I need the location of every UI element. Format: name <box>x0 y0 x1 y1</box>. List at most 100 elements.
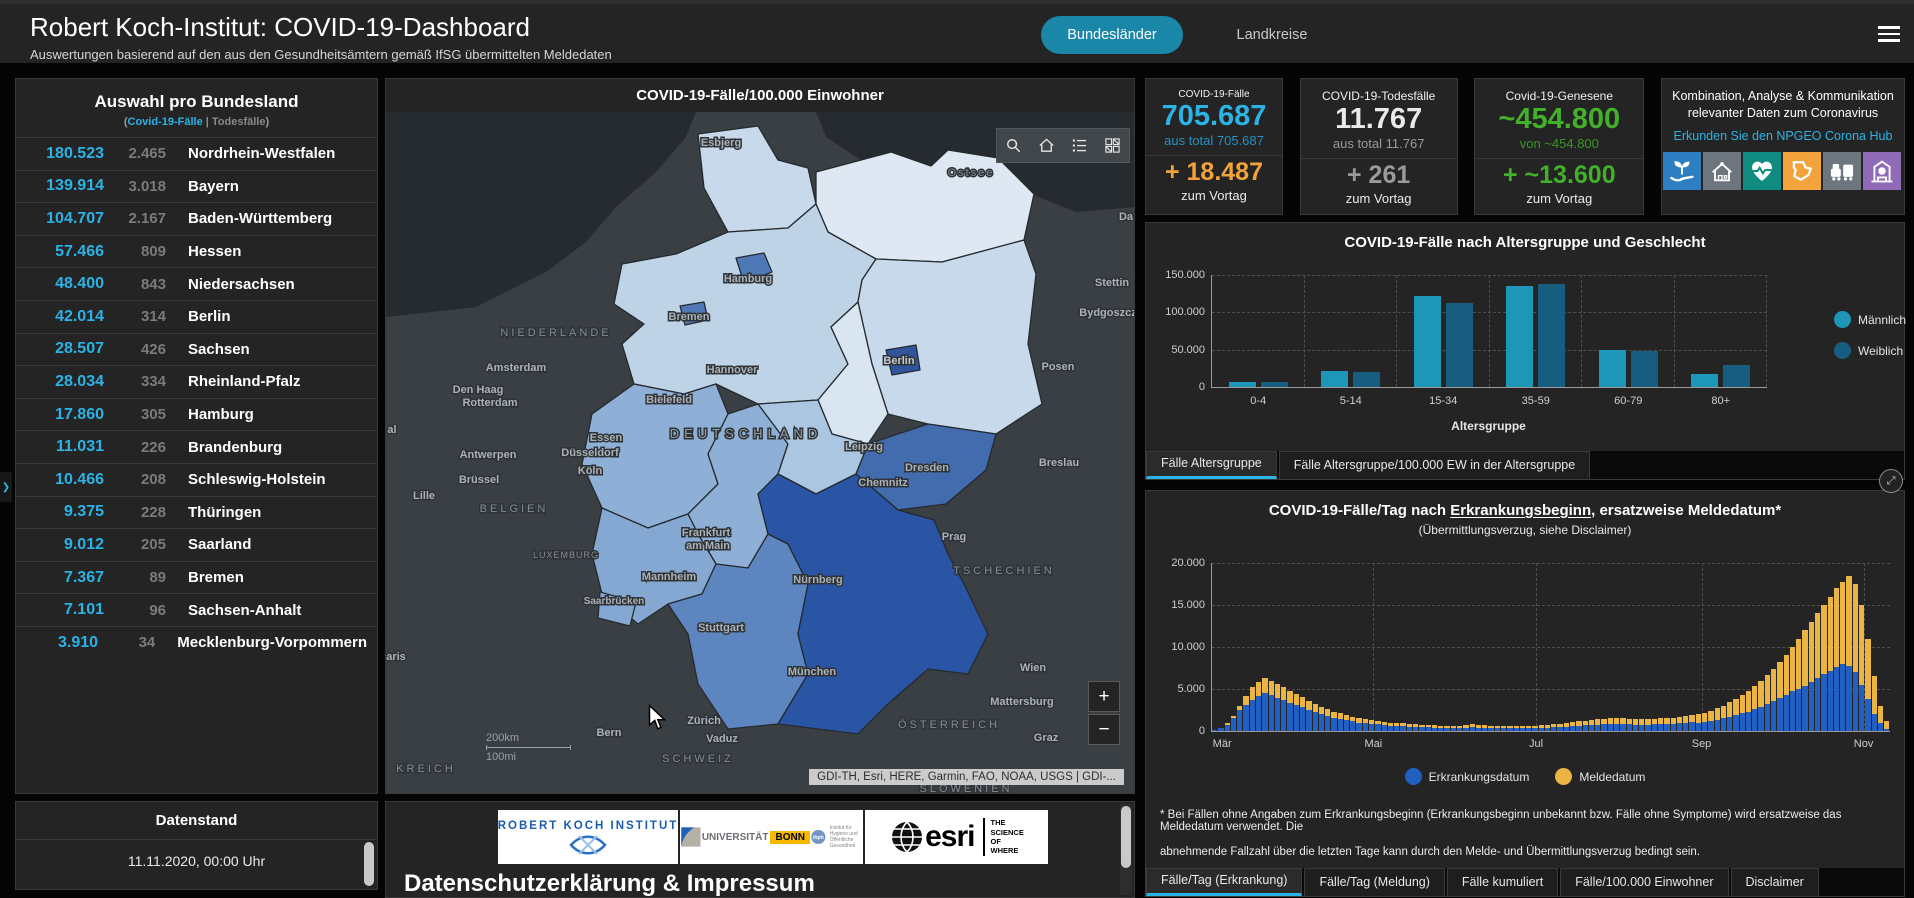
daily-bar[interactable] <box>1230 715 1237 731</box>
daily-bar[interactable] <box>1544 724 1551 731</box>
bar-männlich[interactable] <box>1598 350 1626 387</box>
daily-bar[interactable] <box>1689 715 1695 731</box>
daily-bar[interactable] <box>1683 715 1689 731</box>
toggle-bundeslaender-button[interactable]: Bundesländer <box>1041 16 1183 54</box>
daily-bar[interactable] <box>1840 581 1846 731</box>
daily-bar[interactable] <box>1570 722 1576 731</box>
daily-bar[interactable] <box>1325 709 1331 731</box>
bar-männlich[interactable] <box>1506 286 1534 387</box>
daily-bar[interactable] <box>1720 705 1727 731</box>
daily-bar[interactable] <box>1526 725 1532 731</box>
daily-bar[interactable] <box>1632 719 1639 731</box>
daily-bar[interactable] <box>1394 723 1400 731</box>
daily-bar[interactable] <box>1387 722 1394 731</box>
daily-bar[interactable] <box>1413 724 1419 731</box>
daily-bar[interactable] <box>1884 720 1890 731</box>
daily-tab[interactable]: Disclaimer <box>1730 868 1819 896</box>
daily-bar[interactable] <box>1350 716 1356 731</box>
daily-bar[interactable] <box>1281 687 1287 731</box>
daily-bar[interactable] <box>1337 713 1343 731</box>
daily-bar[interactable] <box>1482 725 1488 731</box>
sidebar-collapse-icon[interactable]: ❯ <box>0 472 12 502</box>
daily-bar[interactable] <box>1463 725 1469 731</box>
bundesland-row[interactable]: 28.034 334 Rheinland-Pfalz <box>16 365 377 398</box>
daily-tab[interactable]: Fälle/Tag (Erkrankung) <box>1146 868 1303 896</box>
daily-bar[interactable] <box>1777 662 1783 731</box>
bundesland-row[interactable]: 180.523 2.465 Nordrhein-Westfalen <box>16 137 377 170</box>
toggle-landkreise-button[interactable]: Landkreise <box>1212 16 1332 54</box>
daily-bar[interactable] <box>1343 715 1350 731</box>
daily-bar[interactable] <box>1532 725 1538 731</box>
daily-bar[interactable] <box>1306 700 1312 731</box>
daily-bar[interactable] <box>1676 716 1683 731</box>
daily-bar[interactable] <box>1456 725 1463 731</box>
daily-bar[interactable] <box>1262 678 1268 731</box>
daily-bar[interactable] <box>1670 717 1676 731</box>
daily-bar[interactable] <box>1764 674 1771 731</box>
daily-bar[interactable] <box>1576 721 1582 731</box>
bundesland-row[interactable]: 3.910 34 Mecklenburg-Vorpommern <box>16 625 377 659</box>
daily-bar[interactable] <box>1607 718 1613 731</box>
daily-bar[interactable] <box>1255 682 1262 731</box>
bundesland-row[interactable]: 10.466 208 Schleswig-Holstein <box>16 462 377 496</box>
daily-tab[interactable]: Fälle kumuliert <box>1446 868 1559 896</box>
daily-bar[interactable] <box>1299 697 1306 731</box>
daily-bar[interactable] <box>1375 720 1381 731</box>
daily-bar[interactable] <box>1519 725 1526 731</box>
daily-bar[interactable] <box>1827 596 1833 731</box>
scrollbar-thumb[interactable] <box>1121 806 1131 868</box>
daily-bar[interactable] <box>1727 702 1733 731</box>
daily-bar[interactable] <box>1274 683 1281 731</box>
daily-bar[interactable] <box>1513 726 1519 731</box>
daily-bar[interactable] <box>1400 723 1406 731</box>
bar-weiblich[interactable] <box>1723 364 1751 387</box>
daily-bar[interactable] <box>1758 680 1764 731</box>
daily-bar[interactable] <box>1695 714 1701 731</box>
daily-bar[interactable] <box>1796 638 1802 731</box>
daily-bar[interactable] <box>1557 723 1563 731</box>
daily-bar[interactable] <box>1852 584 1858 731</box>
bundesland-row[interactable]: 17.860 305 Hamburg <box>16 397 377 431</box>
daily-bar[interactable] <box>1438 725 1444 731</box>
map-canvas[interactable]: Ostsee NIEDERLANDE DEUTSCHLAND BELGIEN TSCHE… <box>386 112 1134 793</box>
bell-tower-icon[interactable] <box>1862 152 1901 190</box>
bar-männlich[interactable] <box>1321 370 1349 387</box>
daily-bar[interactable] <box>1287 690 1293 731</box>
bar-weiblich[interactable] <box>1260 382 1288 387</box>
daily-bar[interactable] <box>1475 724 1482 731</box>
legend-icon[interactable] <box>1063 129 1096 162</box>
bundesland-row[interactable]: 104.707 2.167 Baden-Württemberg <box>16 202 377 235</box>
daily-bar[interactable] <box>1877 705 1884 731</box>
bundesland-row[interactable]: 7.101 96 Sachsen-Anhalt <box>16 593 377 626</box>
daily-bar[interactable] <box>1582 720 1588 731</box>
erkrankungsbeginn-link[interactable]: Erkrankungsbeginn <box>1450 502 1591 519</box>
heart-pulse-icon[interactable] <box>1742 152 1781 190</box>
germany-choropleth-map[interactable]: Ostsee NIEDERLANDE DEUTSCHLAND BELGIEN TSCHE… <box>386 112 1134 793</box>
daily-bar[interactable] <box>1802 630 1808 731</box>
daily-bar[interactable] <box>1444 725 1450 731</box>
daily-bar[interactable] <box>1639 719 1645 731</box>
daily-bar[interactable] <box>1268 680 1274 731</box>
zoom-out-button[interactable]: − <box>1088 714 1120 745</box>
bar-weiblich[interactable] <box>1353 372 1381 387</box>
bundesland-row[interactable]: 28.507 426 Sachsen <box>16 332 377 366</box>
daily-bar[interactable] <box>1701 712 1708 731</box>
legend-cases-label[interactable]: Covid-19-Fälle <box>128 116 203 128</box>
daily-bar[interactable] <box>1212 729 1218 731</box>
bundesland-row[interactable]: 11.031 226 Brandenburg <box>16 430 377 463</box>
daily-bar[interactable] <box>1588 719 1595 731</box>
bundesland-row[interactable]: 7.367 89 Bremen <box>16 560 377 594</box>
bundesland-row[interactable]: 9.375 228 Thüringen <box>16 495 377 529</box>
daily-bar[interactable] <box>1733 699 1739 731</box>
daily-bar[interactable] <box>1714 708 1720 731</box>
daily-bar[interactable] <box>1664 718 1670 731</box>
plant-hand-icon[interactable] <box>1662 152 1701 190</box>
daily-bar[interactable] <box>1362 719 1369 731</box>
daily-bar[interactable] <box>1783 655 1789 731</box>
legend-deaths-label[interactable]: Todesfälle <box>212 116 266 128</box>
daily-bar[interactable] <box>1237 705 1243 731</box>
bundesland-row[interactable]: 9.012 205 Saarland <box>16 528 377 561</box>
daily-bar[interactable] <box>1808 621 1814 731</box>
bar-männlich[interactable] <box>1691 374 1719 387</box>
legend-item-männlich[interactable]: Männlich <box>1834 311 1906 328</box>
